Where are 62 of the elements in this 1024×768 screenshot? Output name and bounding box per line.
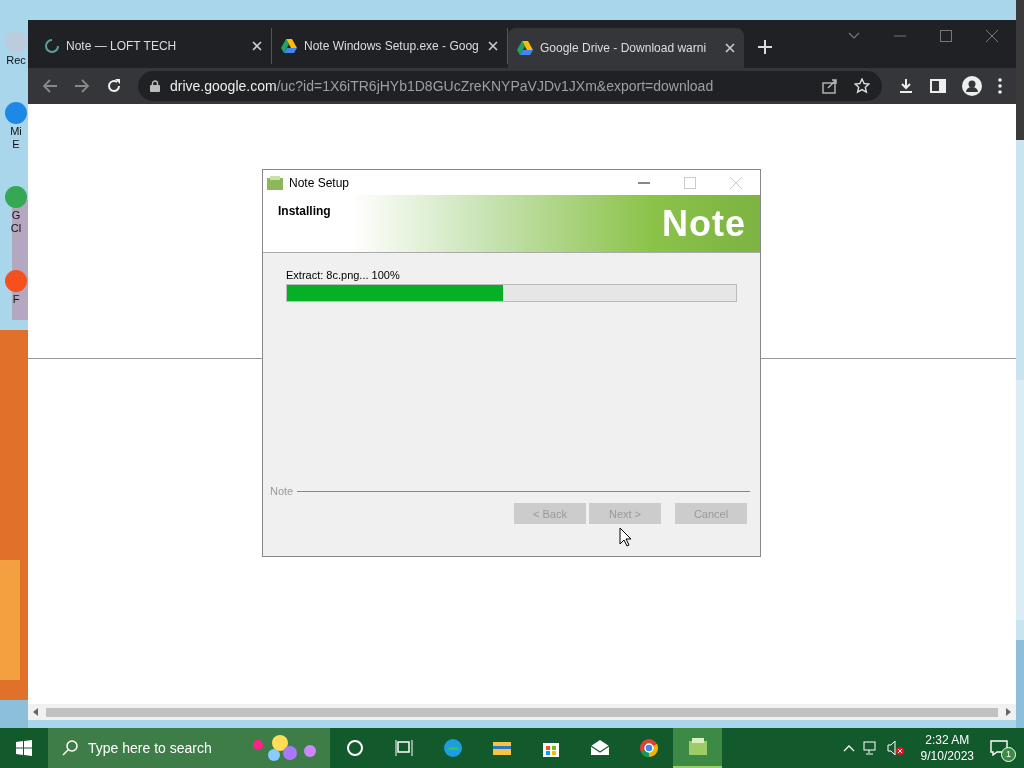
clock-time[interactable]: 2:32 AM <box>920 732 974 748</box>
icon-label[interactable]: F <box>12 293 20 306</box>
browser-tab[interactable]: Note — LOFT TECH <box>36 28 272 64</box>
reload-icon[interactable] <box>106 78 122 94</box>
search-icon <box>62 740 78 756</box>
circle-icon <box>344 738 365 758</box>
back-icon[interactable] <box>42 78 58 94</box>
network-icon[interactable] <box>862 741 879 755</box>
tab-title: Google Drive - Download warni <box>540 41 708 55</box>
new-tab-icon[interactable] <box>758 40 772 54</box>
maximize-icon[interactable] <box>940 30 952 42</box>
download-icon[interactable] <box>898 78 914 94</box>
notification-badge: 1 <box>1001 747 1016 762</box>
forward-icon[interactable] <box>74 78 90 94</box>
taskbar-app[interactable] <box>673 728 722 768</box>
search-placeholder: Type here to search <box>88 740 212 756</box>
chrome-icon <box>638 738 659 758</box>
menu-icon[interactable] <box>998 78 1002 94</box>
icon-label[interactable]: E <box>12 138 20 151</box>
close-icon[interactable] <box>488 41 498 51</box>
chevron-up-icon[interactable] <box>842 744 855 752</box>
icon-label[interactable]: Rec <box>6 54 26 67</box>
profile-icon[interactable] <box>962 76 982 96</box>
close-icon[interactable] <box>252 41 262 51</box>
share-icon[interactable] <box>822 78 838 94</box>
window-title: Note Setup <box>289 175 350 190</box>
task-view-icon <box>393 738 414 758</box>
scroll-thumb[interactable] <box>46 707 998 717</box>
note-app-icon <box>687 737 708 757</box>
side-panel-icon[interactable] <box>930 78 946 94</box>
browser-tab[interactable]: Google Drive - Download warni <box>508 28 744 68</box>
scroll-left-icon[interactable] <box>32 708 40 716</box>
url-text: drive.google.com/uc?id=1X6iTR6jHYb1D8GUcZreKNYPaVJDv1JXm&export=download <box>170 78 714 94</box>
star-icon[interactable] <box>854 78 870 94</box>
speaker-muted-icon[interactable] <box>886 740 905 756</box>
status-text: Extract: 8c.png... 100% <box>286 269 401 281</box>
lock-icon <box>150 80 160 92</box>
chevron-icon[interactable] <box>848 32 860 40</box>
close-icon[interactable] <box>725 43 735 53</box>
envelope-icon <box>589 738 610 758</box>
pointer-icon <box>619 527 632 547</box>
drive-icon <box>281 39 297 53</box>
app-icon <box>267 175 283 190</box>
windows-start-icon[interactable] <box>16 740 32 756</box>
search-field[interactable]: Type here to search <box>48 728 330 768</box>
notification-icon[interactable] <box>990 740 1008 756</box>
minimize-icon[interactable] <box>638 181 650 184</box>
tab-title: Note — LOFT TECH <box>66 39 178 53</box>
brand-title: Note <box>662 203 746 246</box>
icon-label[interactable]: G <box>11 209 21 222</box>
scroll-bar[interactable] <box>28 704 1016 720</box>
scroll-right-icon[interactable] <box>1004 708 1012 716</box>
icon-label[interactable]: Cl <box>10 222 22 235</box>
loading-icon <box>45 39 59 53</box>
address-bar[interactable]: drive.google.com/uc?id=1X6iTR6jHYb1D8GUcZreKNYPaVJDv1JXm&export=download <box>138 71 882 101</box>
clock-date[interactable]: 9/10/2023 <box>920 748 974 764</box>
page-heading: Installing <box>278 204 331 220</box>
edge-icon <box>442 738 463 758</box>
icon-label[interactable]: Mi <box>10 125 22 138</box>
tab-title: Note Windows Setup.exe - Goog <box>304 39 480 53</box>
footer-label: Note <box>270 485 294 497</box>
drive-icon <box>517 41 533 55</box>
